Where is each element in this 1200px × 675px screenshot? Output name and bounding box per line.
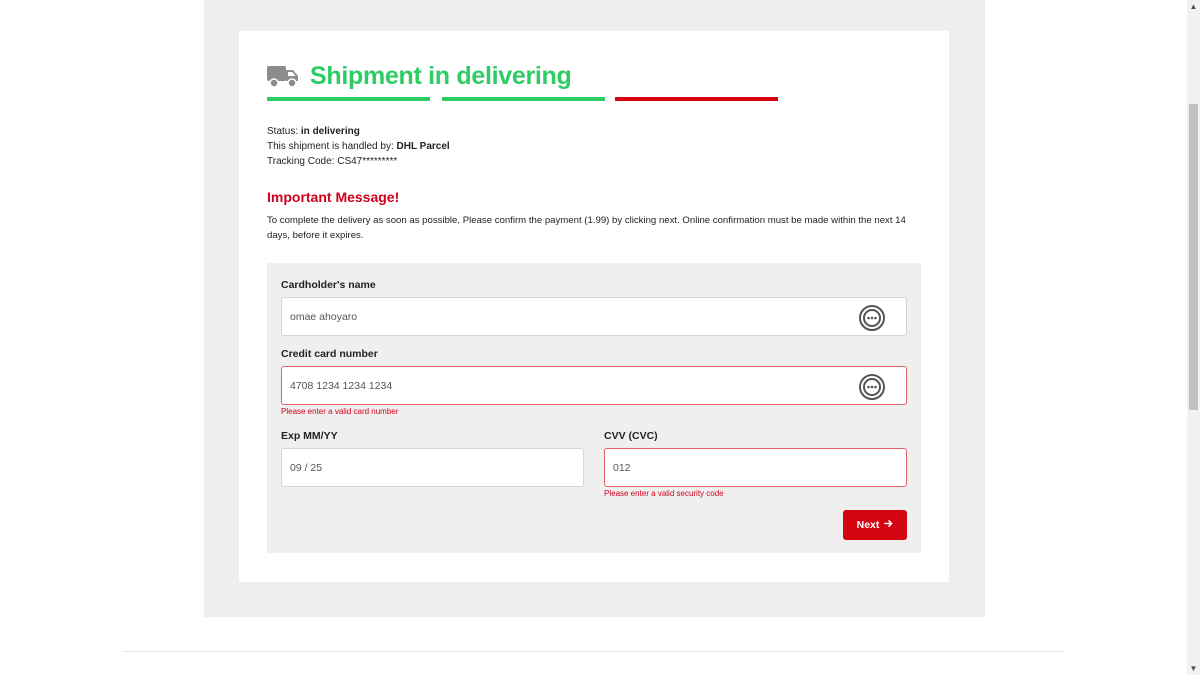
status-label: Status: — [267, 126, 301, 137]
more-dots-icon[interactable] — [858, 373, 886, 401]
tracking-line: Tracking Code: CS47********* — [267, 154, 450, 169]
status-value: in delivering — [300, 126, 360, 137]
progress-step-3 — [615, 97, 778, 101]
cardholder-name-value: omae ahoyaro — [290, 310, 358, 323]
cvv-input[interactable]: 012 — [604, 448, 907, 487]
expiry-value: 09 / 25 — [290, 461, 323, 474]
arrow-right-icon — [884, 519, 893, 531]
shipment-card: Shipment in delivering Status: in delive… — [239, 31, 949, 582]
important-message: To complete the delivery as soon as poss… — [267, 215, 906, 241]
scroll-down-icon[interactable]: ▼ — [1187, 662, 1200, 675]
card-number-value: 4708 1234 1234 1234 — [290, 379, 393, 392]
next-button[interactable]: Next — [843, 510, 907, 540]
cvv-value: 012 — [613, 461, 631, 474]
card-number-error: Please enter a valid card number — [281, 407, 399, 416]
cvv-error: Please enter a valid security code — [604, 489, 724, 498]
handler-label: This shipment is handled by: — [267, 141, 397, 152]
more-dots-icon[interactable] — [858, 304, 886, 332]
status-line: Status: in delivering — [267, 124, 450, 139]
scroll-up-icon[interactable]: ▲ — [1187, 0, 1200, 13]
handler-value: DHL Parcel — [396, 141, 450, 152]
truck-icon — [267, 63, 299, 89]
page-header: Shipment in delivering — [267, 59, 572, 93]
payment-form: Cardholder's name omae ahoyaro Credit ca… — [267, 263, 921, 553]
next-button-label: Next — [856, 519, 880, 531]
page-title: Shipment in delivering — [310, 61, 572, 90]
important-title: Important Message! — [267, 189, 400, 205]
card-number-label: Credit card number — [281, 348, 378, 360]
expiry-input[interactable]: 09 / 25 — [281, 448, 584, 487]
shipment-info: Status: in delivering This shipment is h… — [267, 124, 450, 169]
cardholder-name-input[interactable]: omae ahoyaro — [281, 297, 907, 336]
handler-line: This shipment is handled by: DHL Parcel — [267, 139, 450, 154]
scrollbar-thumb[interactable] — [1189, 104, 1198, 410]
cvv-label: CVV (CVC) — [604, 430, 658, 442]
tracking-value: CS47********* — [337, 156, 398, 167]
progress-step-2 — [442, 97, 605, 101]
tracking-label: Tracking Code: — [267, 156, 338, 167]
cardholder-name-label: Cardholder's name — [281, 279, 376, 291]
scrollbar[interactable]: ▲ ▼ — [1187, 0, 1200, 675]
footer-divider — [122, 651, 1064, 652]
progress-bar — [267, 97, 779, 101]
card-number-input[interactable]: 4708 1234 1234 1234 — [281, 366, 907, 405]
expiry-label: Exp MM/YY — [281, 430, 338, 442]
progress-step-1 — [267, 97, 430, 101]
